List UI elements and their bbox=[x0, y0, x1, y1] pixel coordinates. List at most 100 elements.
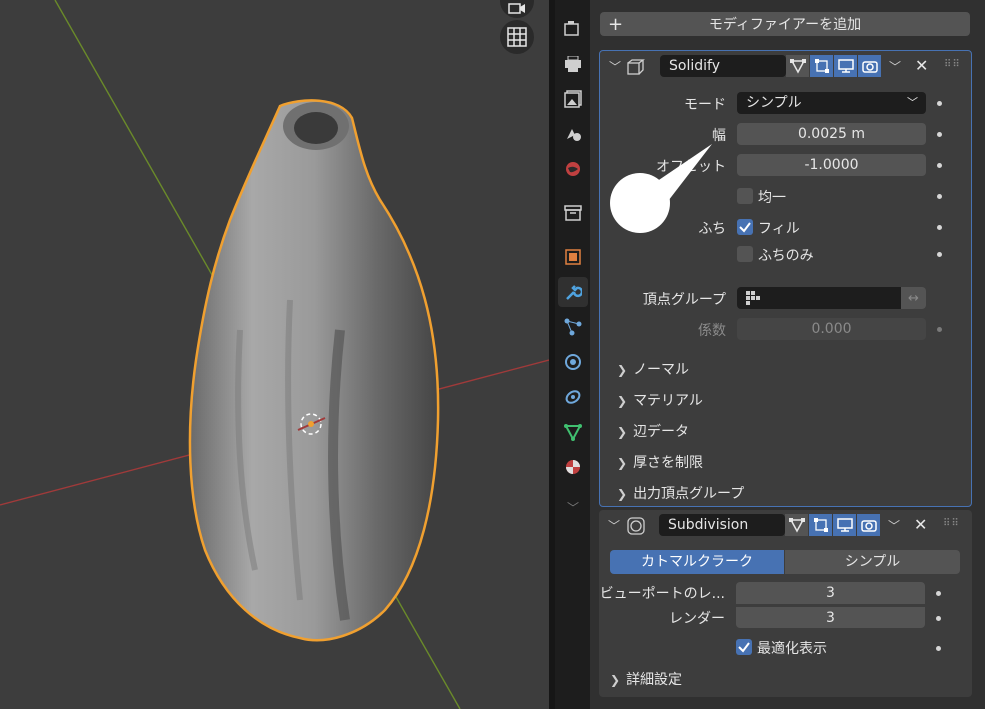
keyframe-dot[interactable] bbox=[937, 101, 942, 106]
subdivision-icon bbox=[627, 517, 645, 535]
keyframe-dot[interactable] bbox=[936, 646, 941, 651]
optimal-display-checkbox[interactable] bbox=[736, 639, 752, 655]
object-icon bbox=[565, 249, 581, 265]
tab-world[interactable] bbox=[558, 154, 588, 184]
tab-output[interactable] bbox=[558, 84, 588, 114]
rim-only-checkbox[interactable] bbox=[737, 246, 753, 262]
checkmark-icon bbox=[738, 642, 750, 653]
viewport-toggle[interactable] bbox=[834, 55, 857, 77]
close-icon[interactable]: ✕ bbox=[915, 56, 928, 75]
3d-viewport[interactable] bbox=[0, 0, 549, 709]
even-checkbox[interactable] bbox=[737, 188, 753, 204]
tab-collection[interactable] bbox=[558, 198, 588, 228]
add-modifier-button[interactable]: + モディファイアーを追加 bbox=[600, 12, 970, 36]
collapse-chevron-icon[interactable]: ﹀ bbox=[609, 58, 621, 75]
mode-label: モード bbox=[684, 97, 726, 113]
tab-tool[interactable] bbox=[558, 14, 588, 44]
fill-label: フィル bbox=[758, 221, 800, 237]
edit-mode-toggle[interactable] bbox=[810, 55, 833, 77]
keyframe-dot[interactable] bbox=[937, 252, 942, 257]
solidify-icon bbox=[627, 59, 645, 75]
chevron-right-icon: ❯ bbox=[617, 425, 628, 439]
edit-cage-toggle[interactable] bbox=[786, 55, 809, 77]
close-icon[interactable]: ✕ bbox=[914, 515, 927, 534]
edit-mode-toggle[interactable] bbox=[809, 514, 832, 536]
drag-handle-icon[interactable]: ⠿⠿ bbox=[944, 59, 961, 70]
tab-modifiers[interactable] bbox=[558, 277, 588, 307]
particles-icon bbox=[564, 318, 582, 336]
mode-dropdown[interactable]: シンプル ﹀ bbox=[737, 92, 926, 114]
width-label: 幅 bbox=[712, 128, 726, 144]
rim-label: ふち bbox=[698, 221, 726, 237]
subpanel-edge-data[interactable]: ❯ 辺データ bbox=[617, 421, 689, 441]
keyframe-dot[interactable] bbox=[937, 327, 942, 332]
tab-constraints[interactable] bbox=[558, 382, 588, 412]
modifier-name-field[interactable]: Solidify bbox=[660, 55, 786, 77]
material-icon bbox=[566, 460, 580, 474]
offset-field[interactable]: -1.0000 bbox=[737, 154, 926, 176]
subpanel-advanced[interactable]: ❯ 詳細設定 bbox=[610, 669, 682, 689]
factor-label: 係数 bbox=[698, 323, 726, 339]
constraint-icon bbox=[565, 390, 581, 404]
render-levels-label: レンダー bbox=[669, 611, 725, 627]
extra-menu-chevron-icon[interactable]: ﹀ bbox=[888, 517, 900, 534]
viewport-toggle[interactable] bbox=[833, 514, 856, 536]
drag-handle-icon[interactable]: ⠿⠿ bbox=[943, 518, 960, 529]
render-toggle[interactable] bbox=[857, 514, 880, 536]
image-icon bbox=[564, 90, 582, 108]
monitor-icon bbox=[836, 518, 853, 532]
keyframe-dot[interactable] bbox=[936, 591, 941, 596]
add-modifier-label: モディファイアーを追加 bbox=[708, 17, 862, 33]
keyframe-dot[interactable] bbox=[937, 163, 942, 168]
properties-tab-bar: ﹀ bbox=[555, 0, 590, 709]
chevron-down-icon: ﹀ bbox=[907, 96, 918, 109]
subdivision-modifier: ﹀ Subdivision ﹀ ✕ ⠿⠿ カトマルクラーク シンプル ビューポー… bbox=[599, 510, 972, 697]
invert-vertex-group-button[interactable]: ↔ bbox=[901, 287, 926, 309]
keyframe-dot[interactable] bbox=[937, 225, 942, 230]
render-toggle[interactable] bbox=[858, 55, 881, 77]
simple-button[interactable]: シンプル bbox=[785, 550, 960, 574]
rim-only-label: ふちのみ bbox=[758, 248, 814, 264]
levels-viewport-label: ビューポートのレ... bbox=[599, 586, 725, 602]
keyframe-dot[interactable] bbox=[937, 132, 942, 137]
even-label: 均一 bbox=[758, 190, 786, 206]
vertex-group-label: 頂点グループ bbox=[642, 292, 726, 308]
tab-data[interactable] bbox=[558, 417, 588, 447]
edit-mode-icon bbox=[813, 518, 828, 532]
chevron-right-icon: ❯ bbox=[617, 487, 628, 501]
vertex-group-field[interactable] bbox=[737, 287, 901, 309]
factor-field[interactable]: 0.000 bbox=[737, 318, 926, 340]
vertex-triangle-icon bbox=[789, 59, 806, 74]
properties-panel: + モディファイアーを追加 ﹀ Solidify ﹀ ✕ ⠿⠿ モード シンプル… bbox=[590, 0, 985, 709]
extra-menu-chevron-icon[interactable]: ﹀ bbox=[889, 58, 901, 75]
catmull-clark-button[interactable]: カトマルクラーク bbox=[610, 550, 784, 574]
subpanel-normals[interactable]: ❯ ノーマル bbox=[617, 359, 689, 379]
camera-icon bbox=[861, 61, 878, 73]
mesh-data-icon bbox=[564, 424, 582, 441]
chevron-right-icon: ❯ bbox=[610, 673, 621, 687]
edit-mode-icon bbox=[814, 59, 829, 73]
monitor-icon bbox=[837, 59, 854, 73]
modifier-name-field[interactable]: Subdivision bbox=[659, 514, 785, 536]
subpanel-materials[interactable]: ❯ マテリアル bbox=[617, 390, 703, 410]
tab-particles[interactable] bbox=[558, 312, 588, 342]
render-levels-field[interactable]: 3 bbox=[736, 606, 925, 628]
tab-render[interactable] bbox=[558, 49, 588, 79]
tab-object[interactable] bbox=[558, 242, 588, 272]
subpanel-output-vertex-groups[interactable]: ❯ 出力頂点グループ bbox=[617, 483, 744, 503]
keyframe-dot[interactable] bbox=[936, 616, 941, 621]
camera-icon bbox=[564, 21, 579, 36]
edit-cage-toggle[interactable] bbox=[785, 514, 808, 536]
width-field[interactable]: 0.0025 m bbox=[737, 123, 926, 145]
tab-physics[interactable] bbox=[558, 347, 588, 377]
tab-scene[interactable] bbox=[558, 119, 588, 149]
levels-viewport-field[interactable]: 3 bbox=[736, 582, 925, 604]
tab-material[interactable] bbox=[558, 452, 588, 482]
tab-more[interactable]: ﹀ bbox=[558, 492, 588, 522]
fill-checkbox[interactable] bbox=[737, 219, 753, 235]
keyframe-dot[interactable] bbox=[937, 194, 942, 199]
collapse-chevron-icon[interactable]: ﹀ bbox=[608, 517, 620, 534]
printer-icon bbox=[565, 56, 581, 72]
modifier-header: ﹀ Subdivision ﹀ ✕ ⠿⠿ bbox=[599, 510, 972, 540]
subpanel-thickness-clamp[interactable]: ❯ 厚さを制限 bbox=[617, 452, 703, 472]
